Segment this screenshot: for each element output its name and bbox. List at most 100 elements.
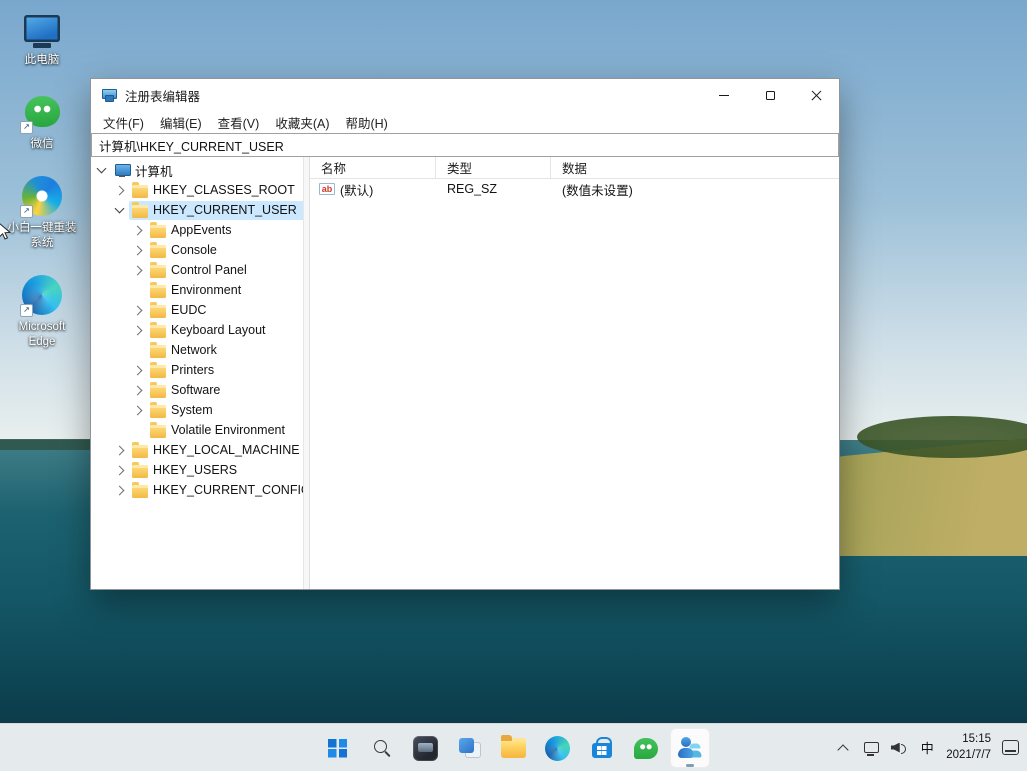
tree-item[interactable]: Network	[91, 340, 303, 360]
menu-item[interactable]: 收藏夹(A)	[267, 111, 337, 134]
tree-item-icon	[150, 285, 166, 298]
chevron-icon[interactable]	[133, 265, 143, 275]
menu-item[interactable]: 文件(F)	[95, 111, 152, 134]
tree-item-core[interactable]: Console	[147, 241, 224, 260]
clock[interactable]: 15:15 2021/7/7	[946, 732, 991, 763]
app-icon	[22, 275, 62, 315]
tree-item[interactable]: Keyboard Layout	[91, 320, 303, 340]
chevron-icon[interactable]	[115, 485, 125, 495]
taskbar-app-icon	[634, 738, 658, 759]
tree-item-core[interactable]: Keyboard Layout	[147, 321, 273, 340]
tree-item-core[interactable]: AppEvents	[147, 221, 238, 240]
menu-item[interactable]: 编辑(E)	[152, 111, 210, 134]
ime-indicator[interactable]: 中	[916, 728, 938, 768]
tree-item-core[interactable]: 计算机	[111, 159, 180, 182]
tree-item[interactable]: HKEY_CURRENT_CONFIG	[91, 480, 303, 500]
value-data: (数值未设置)	[551, 180, 839, 199]
tree-item[interactable]: EUDC	[91, 300, 303, 320]
chevron-icon[interactable]	[133, 405, 143, 415]
menu-item[interactable]: 帮助(H)	[337, 111, 395, 134]
chevron-icon[interactable]	[97, 164, 107, 174]
desktop-icon-this-pc[interactable]: 此电脑	[4, 8, 80, 68]
tree-item[interactable]: Software	[91, 380, 303, 400]
desktop-icon-edge[interactable]: Microsoft Edge	[4, 275, 80, 350]
tree-item-core[interactable]: HKEY_CLASSES_ROOT	[129, 181, 302, 200]
hidden-icons-button[interactable]	[832, 728, 854, 768]
tree-item[interactable]: 计算机	[91, 160, 303, 180]
chevron-icon[interactable]	[133, 245, 143, 255]
column-header-data[interactable]: 数据	[551, 157, 839, 178]
tree-item-core[interactable]: HKEY_CURRENT_CONFIG	[129, 481, 303, 500]
chevron-icon[interactable]	[115, 185, 125, 195]
close-button[interactable]	[793, 79, 839, 111]
chevron-icon[interactable]	[133, 365, 143, 375]
pinned-app-button[interactable]	[406, 728, 446, 768]
tree-item-core[interactable]: HKEY_LOCAL_MACHINE	[129, 441, 303, 460]
tree-item-core[interactable]: HKEY_CURRENT_USER	[129, 201, 303, 220]
tree-item[interactable]: System	[91, 400, 303, 420]
tree-item-core[interactable]: HKEY_USERS	[129, 461, 244, 480]
tree-item[interactable]: HKEY_LOCAL_MACHINE	[91, 440, 303, 460]
tree-item[interactable]: Control Panel	[91, 260, 303, 280]
tree-item[interactable]: HKEY_CLASSES_ROOT	[91, 180, 303, 200]
start-button[interactable]	[318, 728, 358, 768]
chevron-icon[interactable]	[115, 204, 125, 214]
tree-item[interactable]: AppEvents	[91, 220, 303, 240]
tree-item[interactable]: HKEY_CURRENT_USER	[91, 200, 303, 220]
chevron-icon[interactable]	[133, 225, 143, 235]
chevron-icon[interactable]	[115, 445, 125, 455]
tree-item-icon	[150, 245, 166, 258]
value-row[interactable]: ab (默认) REG_SZ (数值未设置)	[310, 179, 839, 199]
column-header-type[interactable]: 类型	[436, 157, 551, 178]
minimize-icon	[719, 95, 729, 96]
minimize-button[interactable]	[701, 79, 747, 111]
desktop-icon-wechat[interactable]: 微信	[4, 92, 80, 152]
tree-item[interactable]: Environment	[91, 280, 303, 300]
tree-item[interactable]: Printers	[91, 360, 303, 380]
active-app-button[interactable]	[670, 728, 710, 768]
value-type: REG_SZ	[436, 182, 551, 196]
tree-item-core[interactable]: Volatile Environment	[147, 421, 292, 440]
pane-splitter[interactable]	[303, 157, 310, 589]
chevron-icon[interactable]	[133, 325, 143, 335]
tree-item[interactable]: HKEY_USERS	[91, 460, 303, 480]
menu-item[interactable]: 查看(V)	[210, 111, 268, 134]
tree-item[interactable]: Volatile Environment	[91, 420, 303, 440]
tree-item-core[interactable]: Software	[147, 381, 227, 400]
tree-item-core[interactable]: EUDC	[147, 301, 213, 320]
tree-item-core[interactable]: Control Panel	[147, 261, 254, 280]
app-icon	[22, 176, 62, 216]
tree-item-label: Network	[171, 343, 217, 357]
taskbar: 中 15:15 2021/7/7	[0, 723, 1027, 771]
volume-button[interactable]	[888, 728, 910, 768]
microsoft-store-button[interactable]	[582, 728, 622, 768]
column-header-name[interactable]: 名称	[310, 157, 436, 178]
chevron-icon[interactable]	[133, 305, 143, 315]
tree-item-label: AppEvents	[171, 223, 231, 237]
tree-item-label: Control Panel	[171, 263, 247, 277]
notification-button[interactable]	[999, 728, 1021, 768]
menu-bar: 文件(F) 编辑(E) 查看(V) 收藏夹(A) 帮助(H)	[91, 111, 839, 133]
edge-button[interactable]	[538, 728, 578, 768]
title-bar[interactable]: 注册表编辑器	[91, 79, 839, 111]
chevron-icon[interactable]	[133, 385, 143, 395]
search-button[interactable]	[362, 728, 402, 768]
chevron-icon[interactable]	[115, 465, 125, 475]
file-explorer-button[interactable]	[494, 728, 534, 768]
wechat-button[interactable]	[626, 728, 666, 768]
tree-item-core[interactable]: Environment	[147, 281, 248, 300]
network-button[interactable]	[860, 728, 882, 768]
desktop-icon-xiaobai[interactable]: 小白一键重装系统	[4, 176, 80, 251]
tree-item-label: Volatile Environment	[171, 423, 285, 437]
window-controls	[701, 79, 839, 111]
tree-item-core[interactable]: Network	[147, 341, 224, 360]
tree-item[interactable]: Console	[91, 240, 303, 260]
tree-item-core[interactable]: Printers	[147, 361, 221, 380]
volume-icon	[891, 741, 908, 755]
tree-item-core[interactable]: System	[147, 401, 220, 420]
taskbar-app-icon	[328, 739, 347, 758]
task-view-button[interactable]	[450, 728, 490, 768]
maximize-button[interactable]	[747, 79, 793, 111]
tree-item-icon	[150, 385, 166, 398]
address-bar[interactable]: 计算机\HKEY_CURRENT_USER	[91, 133, 839, 157]
